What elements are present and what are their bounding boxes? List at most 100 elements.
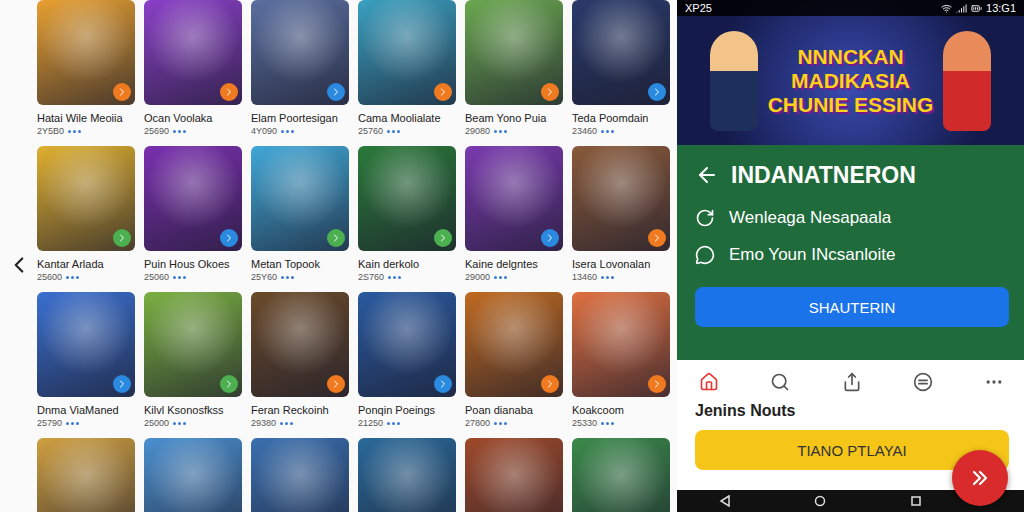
game-art [144, 146, 242, 251]
game-art [37, 438, 135, 512]
tab[interactable] [699, 372, 719, 392]
game-count: 29000 [465, 271, 490, 283]
menu-option[interactable]: Wenleaga Nesapaala [695, 208, 1008, 228]
menu-option[interactable]: Emo Youn INcsanloite [695, 245, 1008, 265]
game-card[interactable]: Isera Lovonalan13460 [572, 146, 670, 283]
tab[interactable] [984, 372, 1004, 392]
tab[interactable] [770, 372, 790, 392]
rating-dots [281, 276, 294, 279]
open-badge[interactable] [113, 83, 131, 101]
status-icons: 13:G1 [941, 2, 1016, 14]
chevron-right-icon [437, 378, 449, 390]
game-art [572, 438, 670, 512]
share-icon[interactable] [842, 372, 862, 392]
rating-dots [494, 130, 507, 133]
game-title: Kilvl Ksonosfkss [144, 403, 242, 417]
game-count: 2Y5B0 [37, 125, 64, 137]
game-card[interactable] [144, 438, 242, 512]
back-arrow-icon[interactable] [695, 163, 719, 187]
refresh-icon [695, 208, 715, 228]
game-card[interactable]: Elam Poortesigan4Y090 [251, 0, 349, 137]
game-card[interactable]: Metan Topook25Y60 [251, 146, 349, 283]
game-card[interactable] [358, 438, 456, 512]
tab[interactable] [913, 372, 933, 392]
game-card[interactable]: Koakcoom25330 [572, 292, 670, 429]
game-card[interactable]: Dnma ViaManed25790 [37, 292, 135, 429]
game-card[interactable]: Poan dianaba27800 [465, 292, 563, 429]
game-card[interactable]: Hatai Wile Meoiia2Y5B0 [37, 0, 135, 137]
more-icon[interactable] [984, 372, 1004, 392]
game-card[interactable] [572, 438, 670, 512]
open-badge[interactable] [648, 375, 666, 393]
chevron-right-icon [223, 378, 235, 390]
open-badge[interactable] [327, 83, 345, 101]
game-card[interactable]: Ponqin Poeings21250 [358, 292, 456, 429]
open-badge[interactable] [220, 229, 238, 247]
game-card[interactable]: Kantar Arlada25600 [37, 146, 135, 283]
screen: Hatai Wile Meoiia2Y5B0Ocan Voolaka25690E… [0, 0, 1024, 512]
fab-button[interactable] [952, 450, 1008, 506]
chevron-right-icon [651, 86, 663, 98]
game-art [251, 438, 349, 512]
search-icon[interactable] [770, 372, 790, 392]
chevron-left-icon[interactable] [6, 251, 32, 279]
home-circle-icon[interactable] [814, 495, 826, 507]
game-art [358, 146, 456, 251]
open-badge[interactable] [327, 375, 345, 393]
phone-panel: XP2513:G1NNNCKANMADIKASIACHUNIE ESSING IN… [677, 0, 1024, 512]
game-card[interactable]: Puin Hous Okoes25060 [144, 146, 242, 283]
open-badge[interactable] [541, 83, 559, 101]
back-triangle-icon[interactable] [719, 495, 731, 507]
open-badge[interactable] [434, 229, 452, 247]
compare-icon[interactable] [913, 372, 933, 392]
game-card[interactable]: Kaine delgntes29000 [465, 146, 563, 283]
chevron-right-icon [330, 232, 342, 244]
game-card[interactable] [37, 438, 135, 512]
rating-dots [387, 422, 400, 425]
rating-dots [387, 130, 400, 133]
rating-dots [68, 130, 81, 133]
primary-button[interactable]: SHAUTERIN [695, 287, 1009, 327]
open-badge[interactable] [434, 375, 452, 393]
game-card[interactable]: Ocan Voolaka25690 [144, 0, 242, 137]
banner: XP2513:G1NNNCKANMADIKASIACHUNIE ESSING [677, 0, 1024, 145]
game-card[interactable]: Beam Yono Puia29080 [465, 0, 563, 137]
open-badge[interactable] [541, 229, 559, 247]
game-meta: 25600 [37, 271, 135, 283]
open-badge[interactable] [327, 229, 345, 247]
game-card[interactable] [251, 438, 349, 512]
rating-dots [388, 276, 401, 279]
open-badge[interactable] [434, 83, 452, 101]
game-card[interactable]: Kain derkolo2S760 [358, 146, 456, 283]
rating-dots [66, 422, 79, 425]
game-meta: 25Y60 [251, 271, 349, 283]
chevron-right-icon [223, 232, 235, 244]
header: INDANATNERON [695, 159, 1008, 191]
rating-dots [173, 130, 186, 133]
game-meta: 25790 [37, 417, 135, 429]
wifi-icon [941, 3, 952, 14]
game-card[interactable]: Cama Moolialate25760 [358, 0, 456, 137]
section-title: Jenins Nouts [695, 402, 1008, 420]
open-badge[interactable] [648, 229, 666, 247]
home-icon[interactable] [699, 372, 719, 392]
previous-arrow[interactable] [6, 250, 32, 280]
open-badge[interactable] [220, 83, 238, 101]
recents-square-icon[interactable] [910, 495, 922, 507]
open-badge[interactable] [113, 229, 131, 247]
game-card[interactable]: Kilvl Ksonosfkss25000 [144, 292, 242, 429]
tab[interactable] [842, 372, 862, 392]
open-badge[interactable] [541, 375, 559, 393]
status-time: 13:G1 [986, 2, 1016, 14]
game-card[interactable]: Teda Poomdain23460 [572, 0, 670, 137]
game-title: Ponqin Poeings [358, 403, 456, 417]
game-card[interactable]: Feran Reckoinh29380 [251, 292, 349, 429]
open-badge[interactable] [648, 83, 666, 101]
open-badge[interactable] [113, 375, 131, 393]
game-art [251, 292, 349, 397]
game-count: 25790 [37, 417, 62, 429]
game-card[interactable] [465, 438, 563, 512]
chevron-right-icon [330, 378, 342, 390]
open-badge[interactable] [220, 375, 238, 393]
tab-bar [695, 368, 1008, 396]
